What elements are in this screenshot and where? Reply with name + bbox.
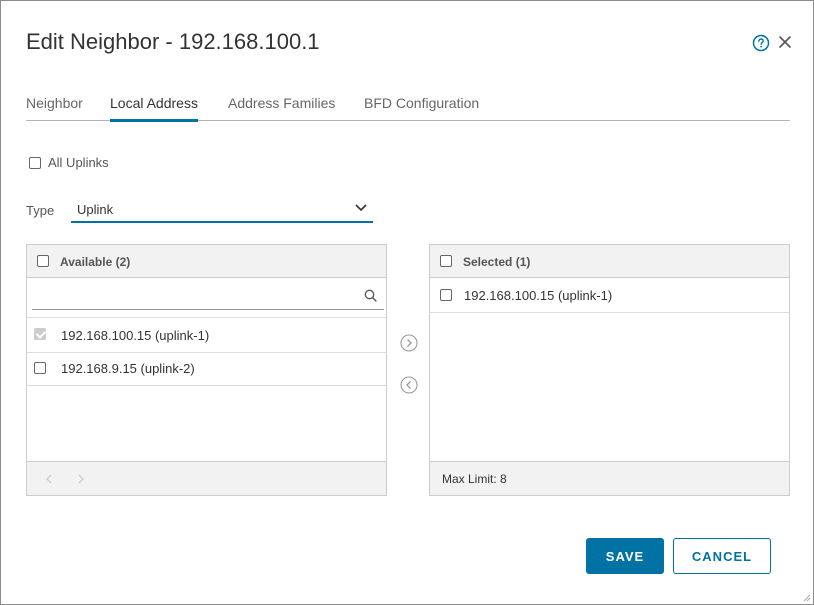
available-item-label: 192.168.9.15 (uplink-2): [61, 361, 195, 376]
available-item-label: 192.168.100.15 (uplink-1): [61, 328, 210, 343]
type-label: Type: [26, 203, 55, 218]
search-icon: [364, 289, 377, 302]
all-uplinks-checkbox[interactable]: [29, 157, 41, 169]
available-panel-header: Available (2): [27, 245, 386, 278]
available-list-item[interactable]: 192.168.9.15 (uplink-2): [27, 351, 386, 386]
dialog-title: Edit Neighbor - 192.168.100.1: [26, 29, 320, 54]
chevron-right-icon[interactable]: [77, 474, 85, 484]
available-select-all-checkbox[interactable]: [37, 255, 49, 267]
type-select[interactable]: Uplink: [71, 199, 373, 223]
edit-neighbor-dialog: Edit Neighbor - 192.168.100.1 Neighbor L…: [0, 0, 814, 605]
selected-panel-footer: Max Limit: 8: [430, 461, 789, 495]
available-search-input[interactable]: [32, 283, 384, 310]
available-panel: Available (2) 192.168.100.15 (uplink-1) …: [26, 244, 387, 496]
tab-address-families[interactable]: Address Families: [228, 93, 335, 121]
move-left-button[interactable]: [400, 376, 418, 394]
tab-local-address[interactable]: Local Address: [110, 93, 198, 122]
save-button[interactable]: SAVE: [586, 538, 664, 574]
all-uplinks-label: All Uplinks: [48, 155, 109, 170]
available-header-label: Available (2): [60, 255, 131, 269]
selected-list-item[interactable]: 192.168.100.15 (uplink-1): [430, 278, 789, 313]
available-search-bar: [27, 278, 386, 318]
close-icon[interactable]: [777, 34, 793, 50]
help-circle-icon[interactable]: [752, 34, 770, 52]
tab-bfd-configuration[interactable]: BFD Configuration: [364, 93, 479, 121]
selected-item-label: 192.168.100.15 (uplink-1): [464, 288, 613, 303]
selected-item-checkbox[interactable]: [440, 289, 452, 301]
max-limit-text: Max Limit: 8: [442, 472, 507, 486]
selected-panel-header: Selected (1): [430, 245, 789, 278]
selected-select-all-checkbox[interactable]: [440, 255, 452, 267]
tab-neighbor[interactable]: Neighbor: [26, 93, 83, 121]
type-select-value: Uplink: [77, 202, 114, 217]
tab-bar: Neighbor Local Address Address Families …: [26, 93, 790, 122]
move-right-button[interactable]: [400, 334, 418, 352]
cancel-button[interactable]: CANCEL: [673, 538, 771, 574]
available-item-checkbox: [34, 328, 46, 340]
selected-header-label: Selected (1): [463, 255, 531, 269]
available-item-checkbox[interactable]: [34, 362, 46, 374]
chevron-down-icon: [355, 204, 367, 212]
selected-panel: Selected (1) 192.168.100.15 (uplink-1) M…: [429, 244, 790, 496]
available-list-item: 192.168.100.15 (uplink-1): [27, 318, 386, 353]
resize-grip-icon[interactable]: [801, 592, 811, 602]
available-panel-footer: [27, 461, 386, 495]
chevron-left-icon[interactable]: [45, 474, 53, 484]
